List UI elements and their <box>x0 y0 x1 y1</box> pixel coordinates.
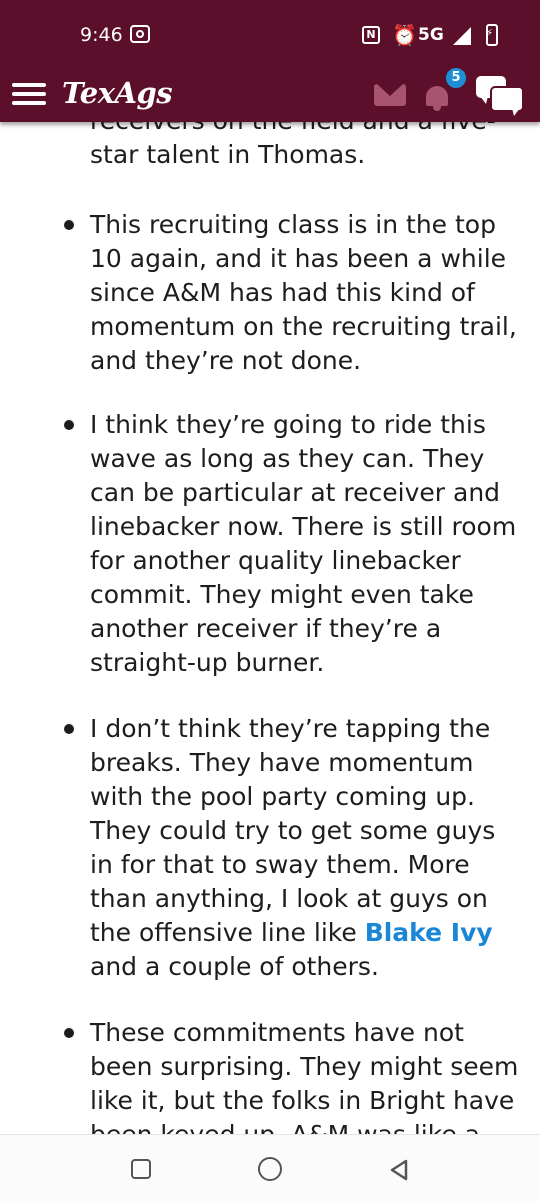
continued-line-2: star talent in Thomas. <box>90 140 366 169</box>
network-type: 5G <box>418 25 444 45</box>
player-link-blake-ivy[interactable]: Blake Ivy <box>365 918 493 947</box>
alarm-icon: ⏰ <box>392 23 417 47</box>
status-time: 9:46 <box>80 24 123 46</box>
notification-badge[interactable]: 5 <box>444 66 468 90</box>
forum-chat-icon[interactable] <box>476 76 524 116</box>
bullet-dot <box>64 220 74 230</box>
bullet-3-text-before: I don’t think they’re tapping the breaks… <box>90 714 496 947</box>
back-button[interactable] <box>388 1159 410 1181</box>
status-bar: 9:46 N ⏰ 5G <box>0 0 540 70</box>
signal-icon <box>453 27 471 45</box>
nfc-icon: N <box>362 26 380 44</box>
texags-logo[interactable]: TexAgs <box>62 76 173 110</box>
bullet-item-2: I think they’re going to ride this wave … <box>90 410 517 677</box>
bullet-item-4: These commitments have not been surprisi… <box>90 1018 519 1134</box>
bullet-dot <box>64 1028 74 1038</box>
bullet-dot <box>64 724 74 734</box>
bullet-3-text-after: and a couple of others. <box>90 952 379 981</box>
bullet-dot <box>64 420 74 430</box>
system-navigation-bar <box>0 1134 540 1201</box>
recent-apps-button[interactable] <box>131 1159 151 1179</box>
battery-icon <box>486 24 498 46</box>
hamburger-menu-icon[interactable] <box>12 80 46 108</box>
bullet-item-3: I don’t think they’re tapping the breaks… <box>90 712 520 984</box>
article-content: receivers on the field and a five- star … <box>0 100 540 1134</box>
screen-record-icon <box>130 25 150 43</box>
home-button[interactable] <box>258 1157 282 1181</box>
bullet-item-1: This recruiting class is in the top 10 a… <box>90 210 517 375</box>
mail-icon[interactable] <box>374 84 406 106</box>
